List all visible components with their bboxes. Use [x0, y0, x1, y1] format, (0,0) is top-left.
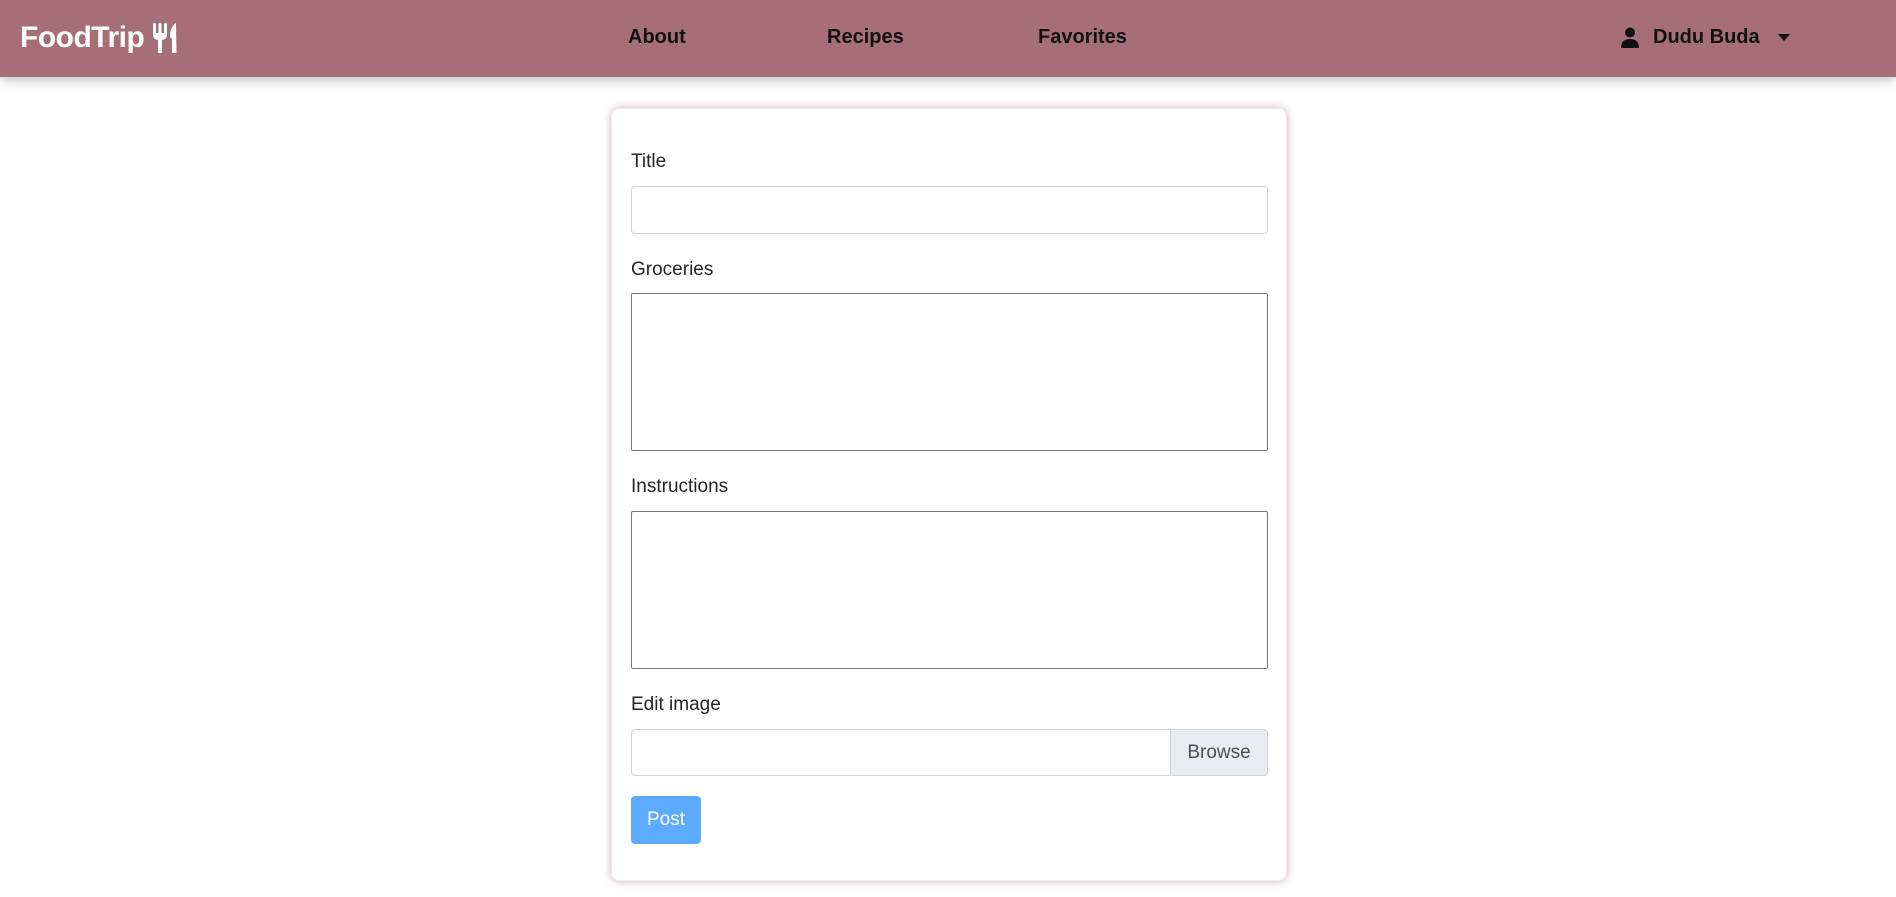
groceries-textarea[interactable] [631, 293, 1268, 451]
brand-name: FoodTrip [20, 21, 145, 54]
user-name: Dudu Buda [1653, 26, 1760, 48]
title-label: Title [631, 151, 667, 172]
nav-recipes[interactable]: Recipes [827, 26, 904, 49]
user-menu[interactable]: Dudu Buda [1621, 26, 1790, 49]
nav-about[interactable]: About [628, 26, 686, 49]
edit-image-label: Edit image [631, 694, 721, 715]
instructions-label: Instructions [631, 476, 729, 497]
brand-logo[interactable]: FoodTrip [20, 17, 180, 59]
utensils-icon [152, 23, 180, 53]
navbar: FoodTrip About Recipes Favorites Dudu Bu… [0, 0, 1896, 77]
image-file-input[interactable]: Browse [631, 729, 1268, 776]
groceries-label: Groceries [631, 259, 714, 280]
browse-button[interactable]: Browse [1170, 730, 1267, 775]
title-input[interactable] [631, 186, 1268, 234]
instructions-textarea[interactable] [631, 511, 1268, 669]
user-icon [1621, 27, 1639, 48]
post-button[interactable]: Post [631, 796, 701, 844]
nav-favorites[interactable]: Favorites [1038, 26, 1127, 49]
caret-down-icon [1777, 34, 1790, 41]
